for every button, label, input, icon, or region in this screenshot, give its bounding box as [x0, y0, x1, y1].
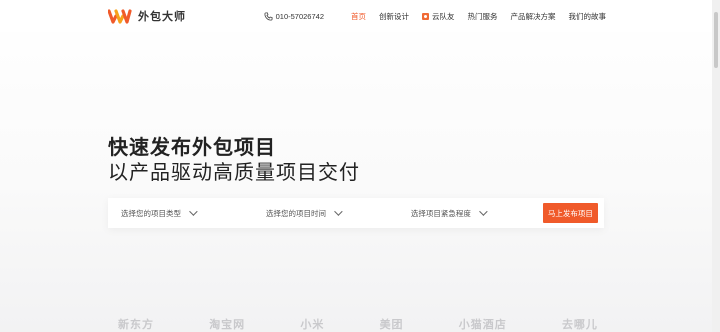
project-type-select[interactable]: 选择您的项目类型	[108, 198, 253, 228]
phone-number: 010-57026742	[275, 11, 324, 21]
nav-home[interactable]: 首页	[351, 11, 366, 22]
partner-logo: 小米	[300, 319, 325, 331]
nav-cloud-teammate-label: 云队友	[432, 11, 455, 21]
partner-logos: 新东方 淘宝网 小米 美团 小猫酒店 去哪儿	[118, 318, 598, 332]
main-nav: 010-57026742 首页 创新设计 云队友 热门服务 产品解决方案 我们的…	[264, 0, 606, 32]
phone-contact[interactable]: 010-57026742	[264, 12, 324, 21]
logo-mark-icon	[108, 9, 132, 24]
partner-logo: 小猫酒店	[458, 319, 507, 331]
partner-logo: 美团	[379, 319, 404, 331]
page-scrollbar[interactable]	[712, 0, 720, 332]
project-search-bar: 选择您的项目类型 选择您的项目时间 选择项目紧急程度 马上发布项目	[108, 198, 604, 228]
page: 外包大师 010-57026742 首页 创新设计 云队友 热门服务 产品解决方…	[0, 0, 720, 332]
chevron-down-icon	[189, 207, 198, 216]
chevron-down-icon	[334, 207, 343, 216]
partner-logo: 淘宝网	[209, 319, 246, 331]
scrollbar-thumb[interactable]	[714, 12, 718, 68]
nav-product-solutions[interactable]: 产品解决方案	[511, 11, 556, 22]
project-time-select[interactable]: 选择您的项目时间	[253, 198, 398, 228]
brand-logo[interactable]: 外包大师	[108, 7, 186, 25]
nav-hot-services[interactable]: 热门服务	[468, 11, 498, 22]
cloud-teammate-icon	[422, 12, 429, 20]
phone-icon	[264, 11, 273, 21]
nav-cloud-teammate[interactable]: 云队友	[422, 11, 455, 22]
urgency-label: 选择项目紧急程度	[410, 208, 471, 218]
chevron-down-icon	[479, 207, 488, 216]
project-time-label: 选择您的项目时间	[265, 208, 326, 218]
nav-innovation-design[interactable]: 创新设计	[379, 11, 409, 22]
top-header: 外包大师 010-57026742 首页 创新设计 云队友 热门服务 产品解决方…	[0, 0, 712, 32]
hero-subtitle: 以产品驱动高质量项目交付	[108, 162, 360, 184]
publish-project-button[interactable]: 马上发布项目	[542, 203, 598, 223]
urgency-select[interactable]: 选择项目紧急程度	[398, 198, 543, 228]
project-type-label: 选择您的项目类型	[121, 208, 181, 218]
partner-logo: 去哪儿	[561, 319, 598, 331]
brand-name: 外包大师	[138, 11, 186, 23]
partner-logo: 新东方	[118, 319, 154, 331]
nav-our-story[interactable]: 我们的故事	[569, 11, 607, 22]
